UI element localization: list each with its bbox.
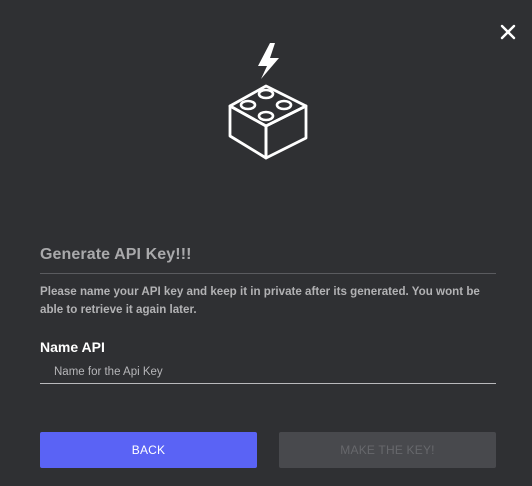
make-key-button[interactable]: MAKE THE KEY! [279,432,496,468]
title-divider [40,273,496,274]
name-api-label: Name API [40,339,105,355]
close-icon [500,24,516,40]
api-block-bolt-icon [220,40,312,164]
api-name-input[interactable] [40,362,496,384]
back-button[interactable]: BACK [40,432,257,468]
close-button[interactable] [494,18,522,46]
dialog-description: Please name your API key and keep it in … [40,285,480,316]
dialog-title: Generate API Key!!! [40,246,192,263]
api-key-dialog: Generate API Key!!! Please name your API… [0,0,532,486]
